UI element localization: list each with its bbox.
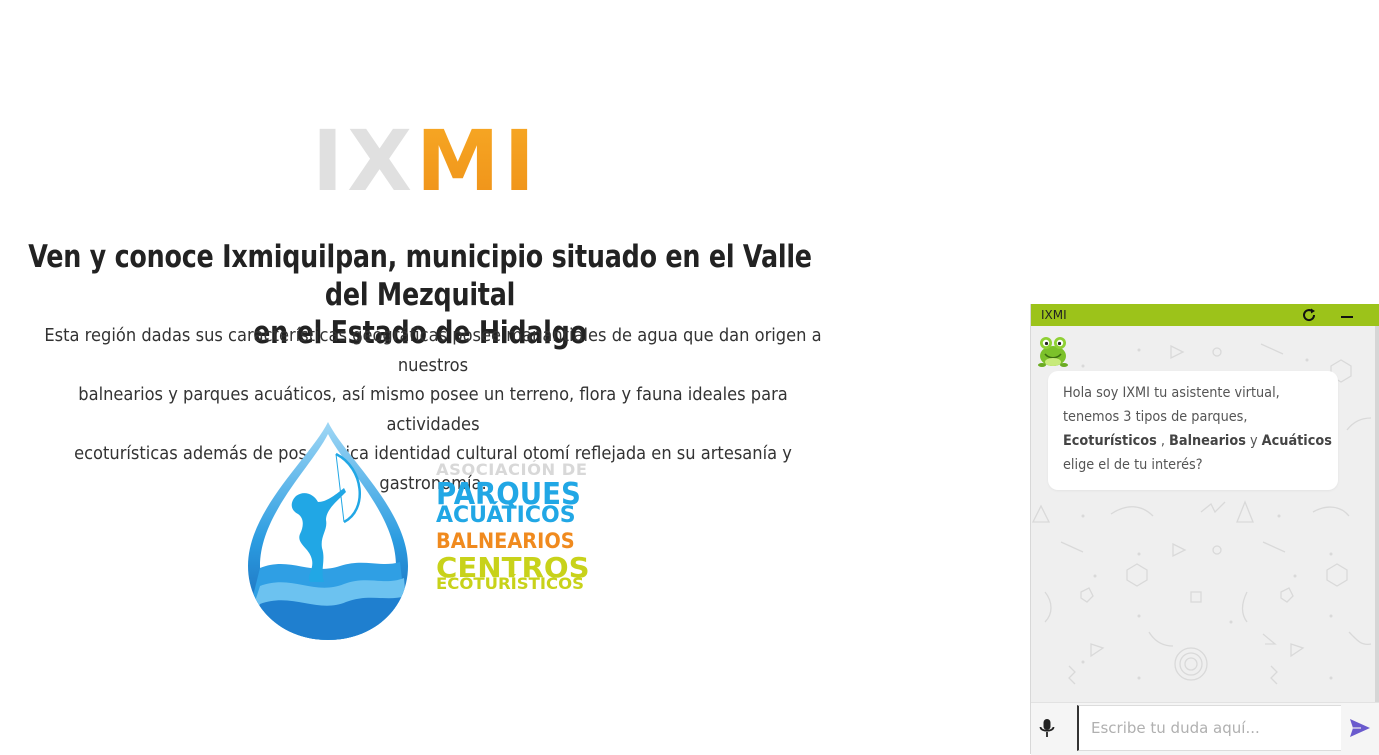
intro-line-1: Esta región dadas sus características ge…	[44, 326, 822, 376]
assoc-line-3: ACUÁTICOS	[436, 503, 576, 528]
bot-message-options: Ecoturísticos , Balnearios y Acuáticos	[1063, 429, 1332, 453]
bot-message-bubble: Hola soy IXMI tu asistente virtual, tene…	[1048, 371, 1338, 490]
chat-message-input[interactable]	[1077, 705, 1341, 751]
assoc-line-1: ASOCIACIÓN DE	[436, 460, 588, 479]
chat-widget: IXMI Hola soy IXMI tu asistente virtual,…	[1030, 304, 1379, 755]
chat-title: IXMI	[1041, 308, 1067, 322]
option-separator-1: ,	[1156, 433, 1170, 449]
minimize-icon[interactable]	[1338, 306, 1356, 324]
microphone-icon[interactable]	[1037, 717, 1057, 739]
option-ecoturisticos[interactable]: Ecoturísticos	[1063, 433, 1157, 449]
bot-message-line-2: tenemos 3 tipos de parques,	[1063, 409, 1248, 425]
option-balnearios[interactable]: Balnearios	[1169, 433, 1246, 449]
association-wordmark: ASOCIACIÓN DE PARQUES ACUÁTICOS BALNEARI…	[436, 462, 612, 592]
option-separator-2: y	[1245, 433, 1262, 449]
chat-messages[interactable]: Hola soy IXMI tu asistente virtual, tene…	[1031, 326, 1379, 702]
logo-text-orange: MI	[416, 112, 539, 210]
bot-message-line-1: Hola soy IXMI tu asistente virtual,	[1063, 385, 1280, 401]
bot-message-line-4: elige el de tu interés?	[1063, 457, 1203, 473]
assoc-line-6: ECOTURÍSTICOS	[436, 574, 585, 593]
chat-input-bar	[1031, 702, 1379, 755]
frog-avatar-icon	[1038, 337, 1068, 367]
assoc-line-4: BALNEARIOS	[436, 529, 575, 553]
chat-header: IXMI	[1031, 304, 1379, 326]
refresh-icon[interactable]	[1300, 306, 1318, 324]
headline-line-1: Ven y conoce Ixmiquilpan, municipio situ…	[28, 239, 812, 313]
option-acuaticos[interactable]: Acuáticos	[1262, 433, 1332, 449]
send-icon[interactable]	[1349, 718, 1371, 738]
chat-scrollbar[interactable]	[1375, 326, 1379, 702]
logo-text-grey: IX	[312, 112, 417, 210]
ixmi-logo: IX MI	[312, 112, 552, 210]
